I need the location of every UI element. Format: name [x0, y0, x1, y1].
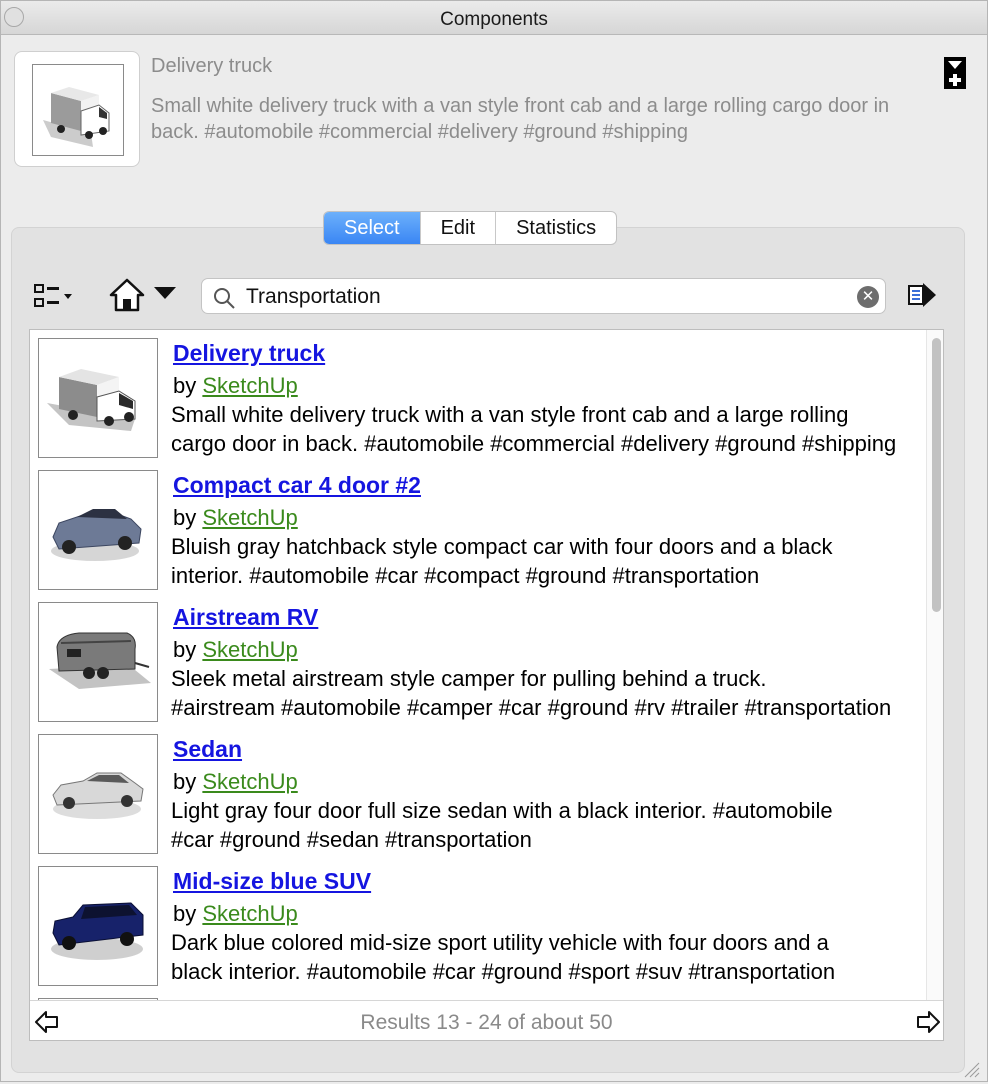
search-icon [212, 286, 236, 310]
home-icon[interactable] [109, 277, 145, 313]
list-item[interactable]: Airstream RV by SketchUp Sleek metal air… [30, 594, 926, 726]
list-item[interactable]: Mid-size blue SUV by SketchUp Dark blue … [30, 858, 926, 990]
result-byline: by SketchUp [173, 769, 298, 795]
list-item[interactable]: Delivery truck by SketchUp Small white d… [30, 330, 926, 462]
result-description: Small white delivery truck with a van st… [171, 400, 913, 458]
component-preview [14, 51, 140, 167]
result-thumbnail[interactable] [38, 734, 158, 854]
result-thumbnail[interactable] [38, 470, 158, 590]
search-field[interactable]: ✕ [201, 278, 886, 314]
result-description: Sleek metal airstream style camper for p… [171, 664, 913, 722]
details-toggle-icon[interactable] [944, 57, 966, 89]
result-thumbnail[interactable] [38, 338, 158, 458]
scrollbar[interactable] [926, 330, 943, 1000]
result-byline: by SketchUp [173, 505, 298, 531]
result-title-link[interactable]: Airstream RV [173, 604, 318, 631]
list-item[interactable]: Compact car 4 door #2 by SketchUp Bluish… [30, 462, 926, 594]
dropdown-arrow-icon[interactable] [154, 287, 176, 299]
result-description: Dark blue colored mid-size sport utility… [171, 928, 913, 986]
result-description-line: Dark blue colored mid-size sport utility… [171, 930, 829, 955]
results-list: Delivery truck by SketchUp Small white d… [29, 329, 944, 1041]
title-bar: Components [1, 1, 987, 35]
result-description-line: cargo door in back. #automobile #commerc… [171, 431, 897, 456]
result-title-link[interactable]: Compact car 4 door #2 [173, 472, 421, 499]
result-description-line: Sleek metal airstream style camper for p… [171, 666, 767, 691]
result-thumbnail[interactable] [38, 866, 158, 986]
result-byline: by SketchUp [173, 901, 298, 927]
result-description-line: #airstream #automobile #camper #car #gro… [171, 695, 892, 720]
result-title-link[interactable]: Mid-size blue SUV [173, 868, 371, 895]
list-item[interactable]: Sedan by SketchUp Light gray four door f… [30, 726, 926, 858]
result-description-line: #car #ground #sedan #transportation [171, 827, 532, 852]
next-page-icon[interactable] [915, 1009, 941, 1035]
result-title-link[interactable]: Sedan [173, 736, 242, 763]
result-description-line: Small white delivery truck with a van st… [171, 402, 849, 427]
result-thumbnail[interactable] [38, 602, 158, 722]
result-description-line: Light gray four door full size sedan wit… [171, 798, 833, 823]
scrollbar-thumb[interactable] [932, 338, 941, 612]
results-count: Results 13 - 24 of about 50 [360, 1011, 613, 1034]
byline-prefix: by [173, 637, 197, 662]
navigate-arrow-icon[interactable] [906, 279, 938, 311]
result-description: Light gray four door full size sedan wit… [171, 796, 913, 854]
result-description-line: interior. #automobile #car #compact #gro… [171, 563, 760, 588]
window-title: Components [440, 9, 548, 30]
result-byline: by SketchUp [173, 637, 298, 663]
component-preview-image [32, 64, 124, 156]
component-description[interactable]: Small white delivery truck with a van st… [151, 93, 911, 145]
result-description: Bluish gray hatchback style compact car … [171, 532, 913, 590]
view-options-icon[interactable] [33, 281, 77, 311]
tab-select[interactable]: Select [324, 212, 421, 244]
clear-icon[interactable]: ✕ [857, 286, 879, 308]
byline-prefix: by [173, 373, 197, 398]
result-author-link[interactable]: SketchUp [202, 373, 297, 398]
tab-statistics[interactable]: Statistics [496, 212, 616, 244]
tab-bar: Select Edit Statistics [323, 211, 618, 245]
byline-prefix: by [173, 505, 197, 530]
result-author-link[interactable]: SketchUp [202, 769, 297, 794]
result-description-line: black interior. #automobile #car #ground… [171, 959, 836, 984]
byline-prefix: by [173, 901, 197, 926]
byline-prefix: by [173, 769, 197, 794]
result-author-link[interactable]: SketchUp [202, 637, 297, 662]
component-name[interactable]: Delivery truck [151, 55, 272, 78]
list-item-partial [30, 990, 926, 1018]
result-author-link[interactable]: SketchUp [202, 901, 297, 926]
search-input[interactable] [246, 283, 836, 311]
result-title-link[interactable]: Delivery truck [173, 340, 325, 367]
components-window: Components Delivery truck Small white de… [0, 0, 988, 1082]
result-description-line: Bluish gray hatchback style compact car … [171, 534, 833, 559]
tab-edit[interactable]: Edit [421, 212, 497, 244]
result-author-link[interactable]: SketchUp [202, 505, 297, 530]
pager: Results 13 - 24 of about 50 [30, 1000, 943, 1040]
result-byline: by SketchUp [173, 373, 298, 399]
resize-grip-icon[interactable] [959, 1057, 981, 1079]
